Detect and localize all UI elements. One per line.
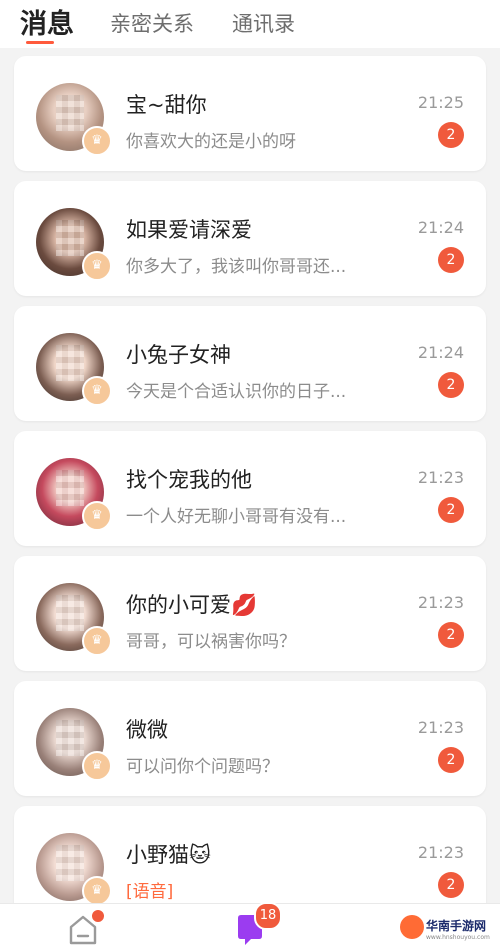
avatar-mosaic [56, 345, 84, 381]
vip-icon: ♛ [82, 126, 112, 156]
avatar-mosaic [56, 95, 84, 131]
message-preview: 你多大了，我该叫你哥哥还... [126, 257, 347, 277]
vip-icon: ♛ [82, 876, 112, 906]
avatar-mosaic [56, 595, 84, 631]
site-watermark: 华南手游网 www.hnshouyou.com [396, 909, 500, 949]
message-preview: 哥哥，可以祸害你吗？ [126, 632, 296, 652]
message-time: 21:24 [417, 343, 464, 362]
message-time: 21:23 [417, 718, 464, 737]
vip-icon: ♛ [82, 251, 112, 281]
unread-badge: 2 [438, 247, 464, 273]
vip-icon: ♛ [82, 376, 112, 406]
home-notification-dot [90, 908, 106, 924]
conversation-row[interactable]: ♛ 你的小可爱💋 哥哥，可以祸害你吗？ 21:23 2 [14, 556, 486, 671]
tab-contacts-label: 通讯录 [232, 12, 295, 36]
message-time: 21:23 [417, 468, 464, 487]
vip-icon: ♛ [82, 751, 112, 781]
conversation-row[interactable]: ♛ 宝~甜你 你喜欢大的还是小的呀 21:25 2 [14, 56, 486, 171]
active-tab-indicator [26, 41, 54, 44]
message-preview: 一个人好无聊小哥哥有没有... [126, 507, 347, 527]
avatar-mosaic [56, 220, 84, 256]
vip-icon: ♛ [82, 501, 112, 531]
conversation-row[interactable]: ♛ 小兔子女神 今天是个合适认识你的日子... 21:24 2 [14, 306, 486, 421]
message-time: 21:24 [417, 218, 464, 237]
avatar-mosaic [56, 470, 84, 506]
message-preview: 今天是个合适认识你的日子... [126, 382, 347, 402]
tab-intimate-label: 亲密关系 [110, 12, 194, 36]
contact-name: 小兔子女神 [126, 343, 231, 367]
contact-name: 你的小可爱💋 [126, 593, 258, 617]
unread-badge: 2 [438, 122, 464, 148]
nav-home[interactable] [66, 908, 106, 946]
contact-name: 小野猫🐱 [126, 843, 211, 867]
watermark-text: 华南手游网 [426, 919, 487, 933]
vip-icon: ♛ [82, 626, 112, 656]
unread-badge: 2 [438, 497, 464, 523]
contact-name: 微微 [126, 718, 168, 742]
top-tab-bar: 消息 亲密关系 通讯录 [0, 0, 500, 48]
unread-badge: 2 [438, 747, 464, 773]
message-preview: [语音] [126, 882, 174, 902]
tab-intimate[interactable]: 亲密关系 [110, 8, 194, 38]
message-time: 21:25 [417, 93, 464, 112]
unread-badge: 2 [438, 622, 464, 648]
tab-messages-label: 消息 [20, 9, 74, 40]
message-time: 21:23 [417, 593, 464, 612]
watermark-logo-icon [400, 915, 424, 939]
message-time: 21:23 [417, 843, 464, 862]
contact-name: 宝~甜你 [126, 93, 207, 117]
unread-badge: 2 [438, 872, 464, 898]
message-preview: 你喜欢大的还是小的呀 [126, 132, 296, 152]
avatar-mosaic [56, 845, 84, 881]
avatar-mosaic [56, 720, 84, 756]
unread-badge: 2 [438, 372, 464, 398]
tab-messages[interactable]: 消息 [20, 2, 74, 44]
conversation-row[interactable]: ♛ 找个宠我的他 一个人好无聊小哥哥有没有... 21:23 2 [14, 431, 486, 546]
messages-badge: 18 [254, 902, 282, 930]
conversation-row[interactable]: ♛ 如果爱请深爱 你多大了，我该叫你哥哥还... 21:24 2 [14, 181, 486, 296]
message-preview: 可以问你个问题吗？ [126, 757, 279, 777]
watermark-url: www.hnshouyou.com [426, 934, 490, 941]
contact-name: 如果爱请深爱 [126, 218, 252, 242]
tab-contacts[interactable]: 通讯录 [232, 8, 295, 38]
contact-name: 找个宠我的他 [126, 468, 252, 492]
conversation-row[interactable]: ♛ 微微 可以问你个问题吗？ 21:23 2 [14, 681, 486, 796]
